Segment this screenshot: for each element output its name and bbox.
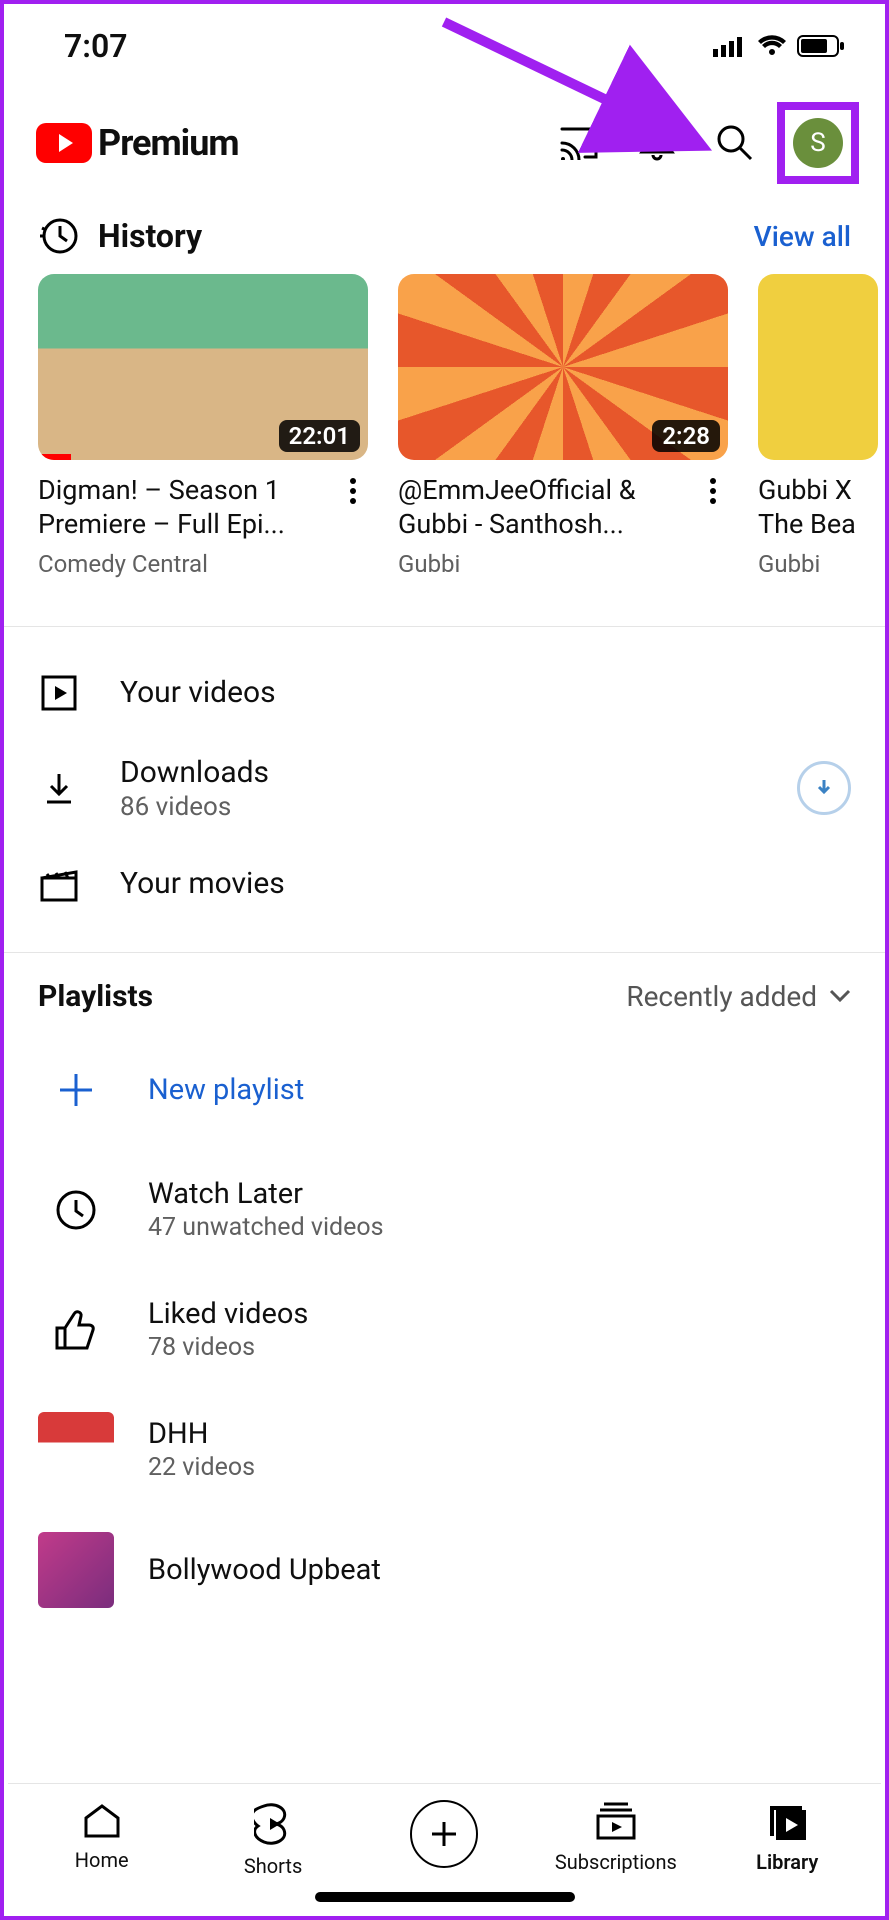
playlist-thumbnail xyxy=(38,1532,114,1608)
your-movies-row[interactable]: Your movies xyxy=(38,844,851,924)
playlist-thumbnail xyxy=(38,1412,114,1488)
row-label: Your movies xyxy=(120,866,851,901)
chevron-down-icon xyxy=(829,989,851,1003)
watch-progress xyxy=(38,454,71,460)
video-title: Gubbi X The Bea xyxy=(758,474,878,542)
library-shortcuts: Your videos Downloads 86 videos Your mov… xyxy=(4,627,885,934)
history-item[interactable]: Gubbi X The Bea Gubbi xyxy=(758,274,878,578)
playlist-title: DHH xyxy=(148,1417,851,1451)
playlist-title: Bollywood Upbeat xyxy=(148,1553,851,1587)
notification-badge: 7 xyxy=(655,111,687,143)
plus-icon xyxy=(38,1052,114,1128)
video-channel: Gubbi xyxy=(758,550,878,578)
video-channel: Comedy Central xyxy=(38,550,332,578)
video-thumbnail[interactable]: 2:28 xyxy=(398,274,728,460)
tab-shorts[interactable]: Shorts xyxy=(198,1802,348,1878)
tab-subscriptions[interactable]: Subscriptions xyxy=(541,1802,691,1874)
play-box-icon xyxy=(38,675,80,711)
history-view-all-link[interactable]: View all xyxy=(754,220,851,253)
video-channel: Gubbi xyxy=(398,550,692,578)
your-videos-row[interactable]: Your videos xyxy=(38,653,851,733)
playlist-row[interactable]: DHH 22 videos xyxy=(38,1390,851,1510)
history-header: History View all xyxy=(4,208,885,274)
create-fab[interactable] xyxy=(410,1800,478,1868)
new-playlist-button[interactable]: New playlist xyxy=(38,1030,851,1150)
video-more-button[interactable] xyxy=(338,474,368,504)
more-vertical-icon xyxy=(350,478,356,504)
playlists-sort-button[interactable]: Recently added xyxy=(626,980,851,1013)
home-indicator xyxy=(315,1892,575,1902)
status-bar: 7:07 xyxy=(4,4,885,88)
tab-home[interactable]: Home xyxy=(27,1802,177,1872)
video-duration: 22:01 xyxy=(279,420,360,452)
history-title: History xyxy=(98,217,202,255)
playlist-row-watch-later[interactable]: Watch Later 47 unwatched videos xyxy=(38,1150,851,1270)
shorts-icon xyxy=(254,1802,292,1846)
playlist-row[interactable]: Bollywood Upbeat xyxy=(38,1510,851,1630)
cast-button[interactable] xyxy=(543,113,615,173)
history-item[interactable]: 2:28 @EmmJeeOfficial & Gubbi - Santhosh.… xyxy=(398,274,728,578)
account-button-highlight: S xyxy=(777,102,859,184)
video-thumbnail[interactable]: 22:01 xyxy=(38,274,368,460)
tab-label: Shorts xyxy=(244,1854,302,1878)
home-icon xyxy=(82,1802,122,1840)
playlists-header: Playlists Recently added xyxy=(4,953,885,1024)
premium-text: Premium xyxy=(98,122,239,164)
sort-label: Recently added xyxy=(626,980,817,1013)
downloads-row[interactable]: Downloads 86 videos xyxy=(38,733,851,844)
status-time: 7:07 xyxy=(64,27,128,65)
app-header: Premium 7 S xyxy=(4,88,885,208)
cellular-icon xyxy=(713,35,747,57)
playlist-row-liked[interactable]: Liked videos 78 videos xyxy=(38,1270,851,1390)
history-item[interactable]: 22:01 Digman! – Season 1 Premiere – Full… xyxy=(38,274,368,578)
youtube-play-icon xyxy=(36,123,92,163)
search-button[interactable] xyxy=(699,113,771,173)
playlist-subtitle: 22 videos xyxy=(148,1453,851,1482)
playlist-title: Watch Later xyxy=(148,1177,851,1211)
row-label: Your videos xyxy=(120,675,851,710)
clapperboard-icon xyxy=(38,866,80,902)
tab-label: Library xyxy=(756,1850,818,1874)
download-icon xyxy=(38,770,80,806)
video-more-button[interactable] xyxy=(698,474,728,504)
video-title: Digman! – Season 1 Premiere – Full Epi..… xyxy=(38,474,332,542)
more-vertical-icon xyxy=(710,478,716,504)
video-thumbnail[interactable] xyxy=(758,274,878,460)
new-playlist-label: New playlist xyxy=(148,1073,851,1107)
status-indicators xyxy=(713,35,845,57)
history-icon xyxy=(38,216,78,256)
playlist-title: Liked videos xyxy=(148,1297,851,1331)
video-duration: 2:28 xyxy=(652,420,720,452)
tab-label: Subscriptions xyxy=(555,1850,677,1874)
clock-icon xyxy=(38,1172,114,1248)
avatar-initial: S xyxy=(810,128,825,158)
notifications-button[interactable]: 7 xyxy=(621,113,693,173)
playlist-subtitle: 47 unwatched videos xyxy=(148,1213,851,1242)
row-label: Downloads xyxy=(120,755,757,790)
download-status-icon xyxy=(797,761,851,815)
tab-label: Home xyxy=(75,1848,129,1872)
battery-icon xyxy=(797,35,845,57)
video-title: @EmmJeeOfficial & Gubbi - Santhosh... xyxy=(398,474,692,542)
tab-create[interactable] xyxy=(369,1802,519,1868)
youtube-premium-logo[interactable]: Premium xyxy=(36,122,239,164)
tab-library[interactable]: Library xyxy=(712,1802,862,1874)
playlists-list: New playlist Watch Later 47 unwatched vi… xyxy=(4,1024,885,1636)
library-icon xyxy=(766,1802,808,1842)
playlists-title: Playlists xyxy=(38,979,153,1014)
row-subtitle: 86 videos xyxy=(120,792,757,822)
thumb-up-icon xyxy=(38,1292,114,1368)
wifi-icon xyxy=(757,35,787,57)
search-icon xyxy=(715,123,755,163)
cast-icon xyxy=(559,126,599,160)
history-list[interactable]: 22:01 Digman! – Season 1 Premiere – Full… xyxy=(4,274,885,608)
subscriptions-icon xyxy=(594,1802,638,1842)
account-avatar-button[interactable]: S xyxy=(793,118,843,168)
playlist-subtitle: 78 videos xyxy=(148,1333,851,1362)
plus-icon xyxy=(428,1818,460,1850)
